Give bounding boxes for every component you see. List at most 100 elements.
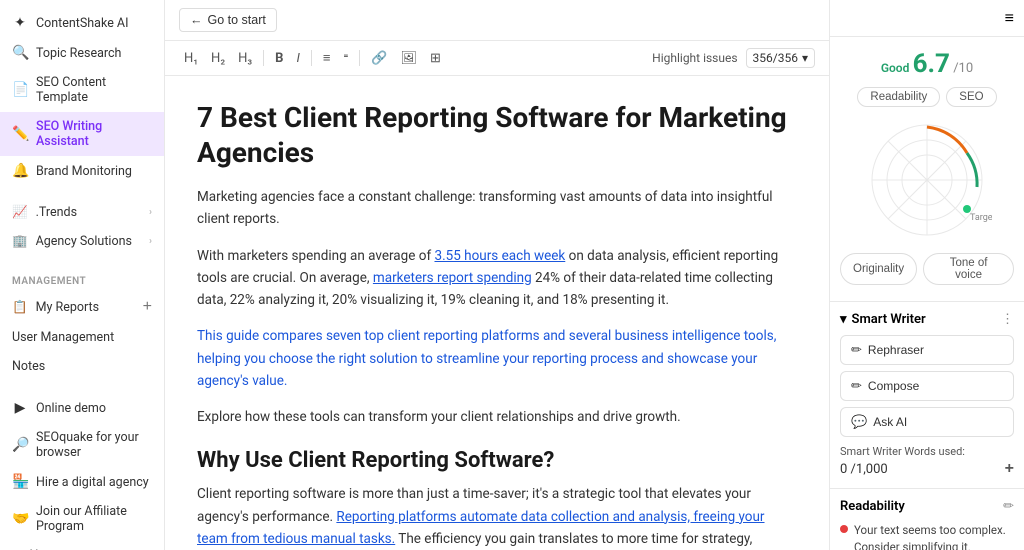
- search-icon: 🔍: [12, 45, 28, 61]
- pen-icon: ✏️: [12, 126, 28, 142]
- readability-header: Readability ✏: [840, 499, 1014, 514]
- sidebar-item-hire-agency[interactable]: 🏪 Hire a digital agency: [0, 467, 164, 497]
- table-button[interactable]: ⊞: [425, 48, 446, 69]
- highlight-count: 356/356: [753, 51, 798, 65]
- score-display: Good 6.7 /10: [840, 49, 1014, 79]
- agency-icon: 🏢: [12, 234, 28, 249]
- unordered-list-button[interactable]: ≡: [318, 47, 336, 69]
- right-panel-header: ≡: [830, 0, 1024, 37]
- words-count-value: 0: [840, 462, 847, 477]
- link-button[interactable]: 🔗: [366, 48, 392, 69]
- sidebar-item-notes[interactable]: Notes: [0, 352, 164, 381]
- arrow-left-icon: ←: [190, 13, 203, 27]
- highlight-label: Highlight issues: [652, 51, 737, 65]
- bell-icon: 🔔: [12, 163, 28, 179]
- main-editor: ← Go to start H₁ H₂ H₃ B I ≡ ⁼ 🔗 🖼 ⊞ Hig…: [165, 0, 829, 550]
- chevron-down-icon: ▾: [802, 51, 808, 65]
- paragraph-5: Client reporting software is more than j…: [197, 483, 797, 550]
- bold-button[interactable]: B: [270, 48, 288, 69]
- ai-icon: 💬: [851, 414, 867, 430]
- sidebar: ✦ ContentShake AI 🔍 Topic Research 📄 SEO…: [0, 0, 165, 550]
- reports-icon: 📋: [12, 300, 28, 315]
- smart-writer-header: ▾ Smart Writer ⋮: [840, 312, 1014, 327]
- sidebar-item-seo-content-template[interactable]: 📄 SEO Content Template: [0, 68, 164, 112]
- sidebar-group-agency[interactable]: 🏢 Agency Solutions ›: [0, 227, 164, 256]
- right-panel: ≡ Good 6.7 /10 Readability SEO: [829, 0, 1024, 550]
- add-report-button[interactable]: +: [143, 298, 152, 316]
- management-label: MANAGEMENT: [0, 268, 164, 291]
- play-icon: ▶: [12, 400, 28, 416]
- smart-writer-menu-icon[interactable]: ⋮: [1001, 312, 1014, 327]
- tab-originality[interactable]: Originality: [840, 253, 917, 285]
- italic-button[interactable]: I: [291, 48, 304, 69]
- score-section: Good 6.7 /10 Readability SEO: [830, 37, 1024, 301]
- readability-section: Readability ✏ Your text seems too comple…: [830, 488, 1024, 550]
- chevron-right-icon2: ›: [149, 236, 152, 247]
- link-hours[interactable]: 3.55 hours each week: [434, 248, 565, 264]
- paragraph-4: Explore how these tools can transform yo…: [197, 406, 797, 428]
- h3-button[interactable]: H₃: [233, 48, 257, 69]
- seoquake-icon: 🔎: [12, 437, 28, 453]
- document-icon: 📄: [12, 82, 28, 98]
- chevron-right-icon: ›: [149, 207, 152, 218]
- sidebar-item-seoquake[interactable]: 🔎 SEOquake for your browser: [0, 423, 164, 467]
- ask-ai-button[interactable]: 💬 Ask AI: [840, 407, 1014, 437]
- h2-button[interactable]: H₂: [206, 48, 230, 69]
- link-platforms[interactable]: Reporting platforms automate data collec…: [197, 509, 765, 547]
- rephraser-button[interactable]: ✏ Rephraser: [840, 335, 1014, 365]
- chevron-down-icon-sw[interactable]: ▾: [840, 312, 847, 327]
- score-value: 6.7: [913, 49, 950, 79]
- article-title[interactable]: 7 Best Client Reporting Software for Mar…: [197, 100, 797, 170]
- add-words-button[interactable]: +: [1005, 460, 1014, 478]
- readability-item: Your text seems too complex. Consider si…: [840, 522, 1014, 550]
- sidebar-item-contentshake[interactable]: ✦ ContentShake AI: [0, 8, 164, 38]
- sidebar-item-affiliate[interactable]: 🤝 Join our Affiliate Program: [0, 497, 164, 541]
- paragraph-3: This guide compares seven top client rep…: [197, 325, 797, 392]
- formatting-bar: H₁ H₂ H₃ B I ≡ ⁼ 🔗 🖼 ⊞ Highlight issues …: [165, 41, 829, 76]
- sidebar-item-seo-writing-assistant[interactable]: ✏️ SEO Writing Assistant: [0, 112, 164, 156]
- svg-text:Target: Target: [970, 213, 992, 223]
- article-h2: Why Use Client Reporting Software?: [197, 448, 797, 473]
- paragraph-1: Marketing agencies face a constant chall…: [197, 186, 797, 231]
- handshake-icon: 🤝: [12, 511, 28, 527]
- smart-writer-section: ▾ Smart Writer ⋮ ✏ Rephraser ✏ Compose 💬…: [830, 301, 1024, 488]
- radar-chart: Target: [840, 107, 1014, 253]
- smart-writer-title: ▾ Smart Writer: [840, 312, 926, 327]
- sidebar-item-user-management[interactable]: User Management: [0, 323, 164, 352]
- words-used-label: Smart Writer Words used:: [840, 445, 1014, 458]
- paragraph-2: With marketers spending an average of 3.…: [197, 245, 797, 312]
- readability-edit-icon[interactable]: ✏: [1003, 499, 1014, 514]
- ordered-list-button[interactable]: ⁼: [338, 48, 353, 69]
- image-button[interactable]: 🖼: [395, 48, 422, 69]
- sidebar-item-my-reports[interactable]: 📋 My Reports +: [0, 291, 164, 323]
- store-icon: 🏪: [12, 474, 28, 490]
- score-tabs-top: Readability SEO: [840, 87, 1014, 107]
- contentshake-icon: ✦: [12, 15, 28, 31]
- sidebar-group-trends[interactable]: 📈 .Trends ›: [0, 198, 164, 227]
- trends-icon: 📈: [12, 205, 28, 220]
- readability-title: Readability: [840, 499, 905, 514]
- compose-button[interactable]: ✏ Compose: [840, 371, 1014, 401]
- words-max: /1,000: [851, 462, 888, 477]
- link-spending[interactable]: marketers report spending: [373, 270, 532, 286]
- go-to-start-button[interactable]: ← Go to start: [179, 8, 277, 32]
- score-label: Good: [881, 61, 910, 75]
- menu-icon[interactable]: ≡: [1005, 8, 1014, 28]
- score-max: /10: [953, 61, 973, 76]
- score-tabs-bottom: Originality Tone of voice: [840, 253, 1014, 285]
- tab-seo[interactable]: SEO: [946, 87, 996, 107]
- tab-tone-of-voice[interactable]: Tone of voice: [923, 253, 1014, 285]
- article-body[interactable]: Marketing agencies face a constant chall…: [197, 186, 797, 550]
- sidebar-item-api[interactable]: {} Have you seen our new customizable AP…: [0, 541, 164, 550]
- rephraser-icon: ✏: [851, 342, 862, 358]
- h1-button[interactable]: H₁: [179, 48, 203, 69]
- words-count-display: 0 /1,000 +: [840, 460, 1014, 478]
- editor-area[interactable]: 7 Best Client Reporting Software for Mar…: [165, 76, 829, 550]
- sidebar-item-topic-research[interactable]: 🔍 Topic Research: [0, 38, 164, 68]
- highlight-select[interactable]: 356/356 ▾: [746, 48, 815, 68]
- sidebar-item-online-demo[interactable]: ▶ Online demo: [0, 393, 164, 423]
- compose-icon: ✏: [851, 378, 862, 394]
- top-toolbar: ← Go to start: [165, 0, 829, 41]
- tab-readability[interactable]: Readability: [857, 87, 940, 107]
- sidebar-item-brand-monitoring[interactable]: 🔔 Brand Monitoring: [0, 156, 164, 186]
